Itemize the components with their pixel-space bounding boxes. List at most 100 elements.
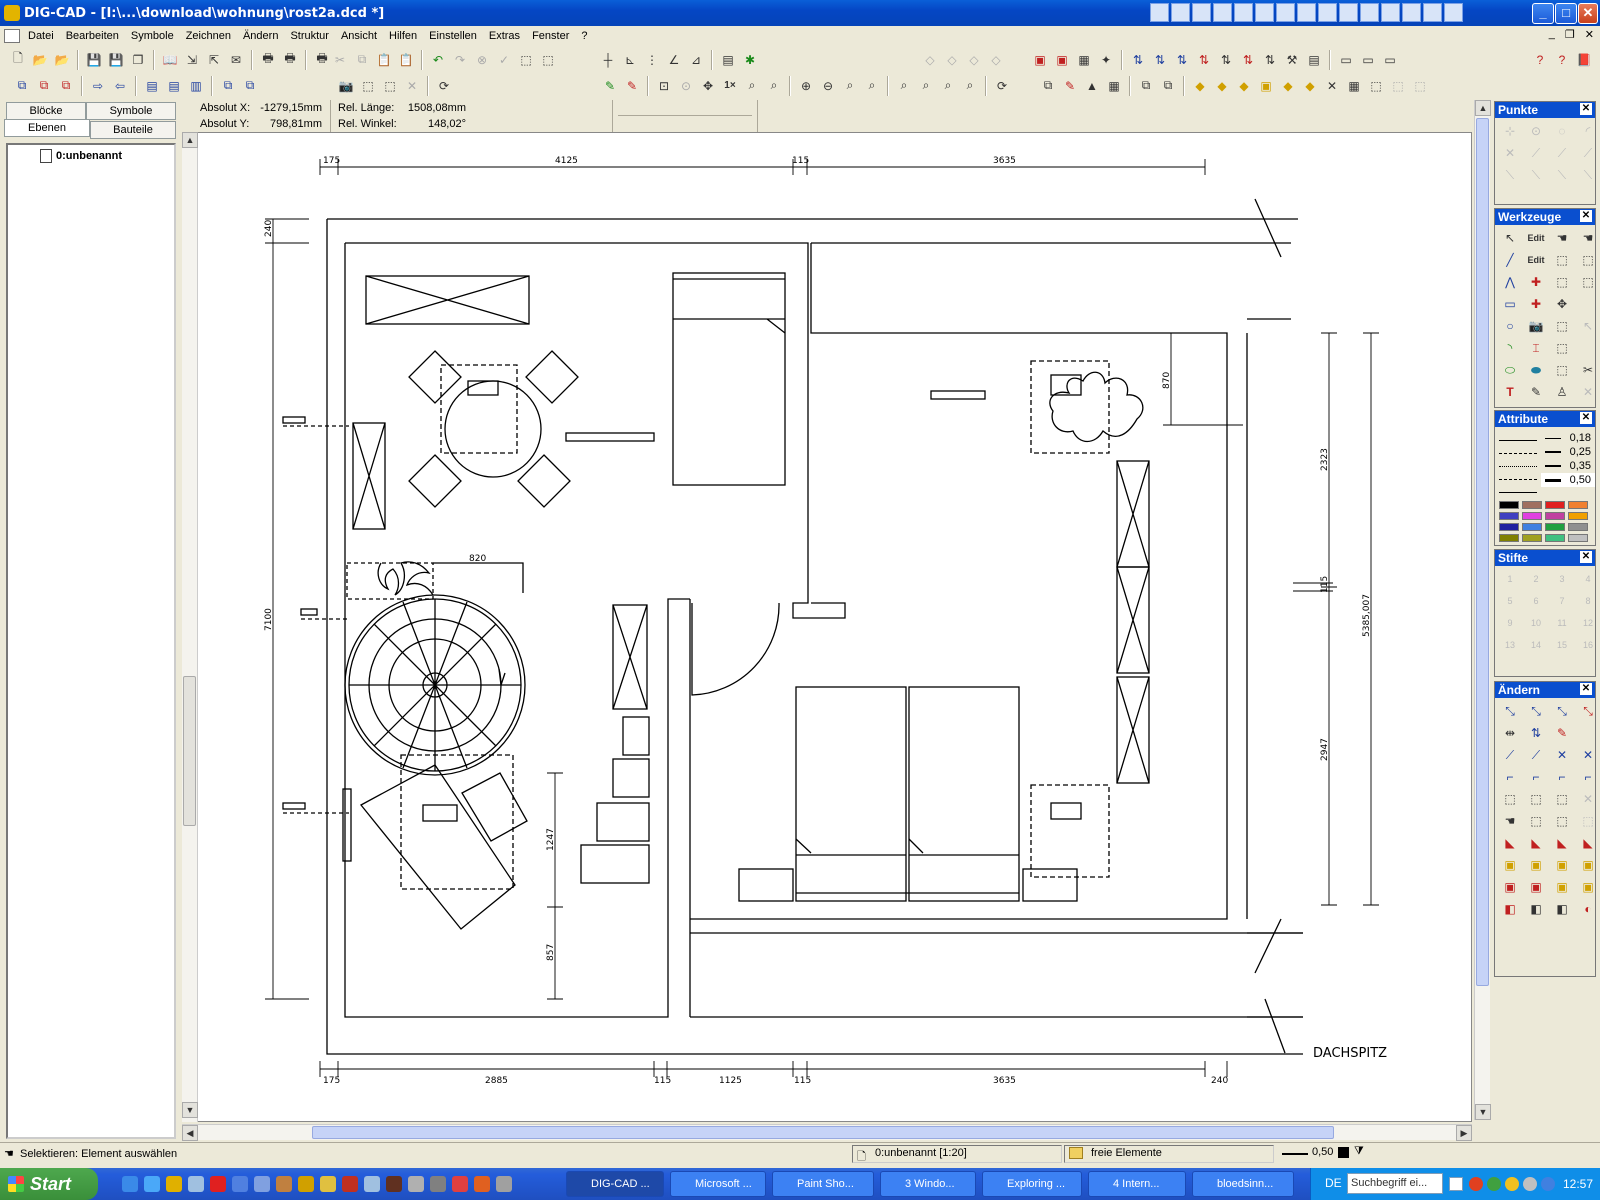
quick-icon[interactable] bbox=[1318, 3, 1337, 22]
plugin-icon[interactable]: ✱ bbox=[740, 50, 760, 70]
paste-icon[interactable]: 📋 bbox=[374, 50, 394, 70]
transform-icon[interactable]: ⇅ bbox=[1150, 50, 1170, 70]
quick-icon[interactable] bbox=[1423, 3, 1442, 22]
palette-header[interactable]: Ändern ✕ bbox=[1495, 682, 1595, 698]
select-frame-icon[interactable]: ⬚ bbox=[1524, 811, 1548, 831]
layer-add-icon[interactable]: ⧉ bbox=[12, 76, 32, 96]
cube-icon[interactable]: ◐ bbox=[1576, 899, 1600, 919]
help-icon[interactable]: ? bbox=[1552, 50, 1572, 70]
quick-icon[interactable] bbox=[1213, 3, 1232, 22]
maximize-button[interactable]: □ bbox=[1555, 3, 1577, 24]
tab-ebenen[interactable]: Ebenen bbox=[4, 119, 90, 137]
taskbar-internet[interactable]: 4 Intern... bbox=[1088, 1171, 1186, 1197]
object-icon[interactable]: ▣ bbox=[1030, 50, 1050, 70]
line-width-option[interactable]: 0,50 bbox=[1541, 473, 1595, 487]
quick-icon[interactable] bbox=[1255, 3, 1274, 22]
minimize-button[interactable]: _ bbox=[1532, 3, 1554, 24]
quicklaunch-icon[interactable] bbox=[430, 1176, 446, 1192]
layer-forward-icon[interactable]: ⇨ bbox=[88, 76, 108, 96]
zoom-icon[interactable]: ⌕ bbox=[938, 76, 958, 96]
cube-icon[interactable]: ◧ bbox=[1524, 899, 1548, 919]
tools-icon[interactable]: ⚒ bbox=[1282, 50, 1302, 70]
window-icon[interactable]: ▭ bbox=[1358, 50, 1378, 70]
close-icon[interactable]: ✕ bbox=[1580, 412, 1592, 424]
fillet-icon[interactable]: ⌐ bbox=[1524, 767, 1548, 787]
quicklaunch-icon[interactable] bbox=[364, 1176, 380, 1192]
symbol-icon[interactable]: ▲ bbox=[1082, 76, 1102, 96]
color-swatch[interactable] bbox=[1499, 512, 1519, 520]
line-width-option[interactable]: 0,18 bbox=[1541, 431, 1595, 445]
crosshair-icon[interactable]: ┼ bbox=[598, 50, 618, 70]
block-icon[interactable]: ▣ bbox=[1576, 877, 1600, 897]
mdi-restore-icon[interactable]: ❐ bbox=[1565, 28, 1575, 41]
point-arc-icon[interactable]: ◜ bbox=[1576, 121, 1600, 141]
part-icon[interactable]: ⬚ bbox=[1366, 76, 1386, 96]
taskbar-windows[interactable]: 3 Windo... bbox=[880, 1171, 976, 1197]
cancel-icon[interactable]: ⊗ bbox=[472, 50, 492, 70]
hatch-icon[interactable]: ⬬ bbox=[1524, 360, 1548, 380]
window-icon[interactable]: ▭ bbox=[1336, 50, 1356, 70]
quick-icon[interactable] bbox=[1150, 3, 1169, 22]
zoom-extents-icon[interactable]: ⊡ bbox=[654, 76, 674, 96]
line-width-option[interactable]: 0,25 bbox=[1541, 445, 1595, 459]
part-icon[interactable]: ⬚ bbox=[1410, 76, 1430, 96]
calc-icon[interactable]: ▤ bbox=[1304, 50, 1324, 70]
pen-slot[interactable]: 13 bbox=[1498, 635, 1522, 655]
scroll-thumb[interactable] bbox=[312, 1126, 1334, 1139]
edit1-icon[interactable]: Edit bbox=[1524, 228, 1548, 248]
open-recent-icon[interactable]: 📂 bbox=[52, 50, 72, 70]
tab-symbole[interactable]: Symbole bbox=[86, 102, 176, 120]
point-icon[interactable]: ⊹ bbox=[1498, 121, 1522, 141]
point-line-icon[interactable]: ⟋ bbox=[1550, 143, 1574, 163]
pen-slot[interactable]: 7 bbox=[1550, 591, 1574, 611]
dimension-icon[interactable]: ⌶ bbox=[1524, 338, 1548, 358]
redraw-icon[interactable]: ⟳ bbox=[992, 76, 1012, 96]
frame-icon[interactable]: ⬚ bbox=[1550, 316, 1574, 336]
color-swatch[interactable] bbox=[1545, 523, 1565, 531]
point-line-icon[interactable]: ⟍ bbox=[1576, 165, 1600, 185]
undo-icon[interactable]: ↶ bbox=[428, 50, 448, 70]
tray-icon[interactable] bbox=[1487, 1177, 1501, 1191]
object-icon[interactable]: ✦ bbox=[1096, 50, 1116, 70]
help-context-icon[interactable]: ? bbox=[1530, 50, 1550, 70]
mirror-icon[interactable]: ⇹ bbox=[1498, 723, 1522, 743]
object-icon[interactable]: ▣ bbox=[1052, 50, 1072, 70]
redo-icon[interactable]: ↷ bbox=[450, 50, 470, 70]
pen-slot[interactable]: 11 bbox=[1550, 613, 1574, 633]
block-icon[interactable]: ▣ bbox=[1524, 877, 1548, 897]
search-go-icon[interactable] bbox=[1449, 1177, 1463, 1191]
point-line-icon[interactable]: ⟋ bbox=[1524, 143, 1548, 163]
layer-edit-icon[interactable]: ⧉ bbox=[34, 76, 54, 96]
array-icon[interactable]: ◣ bbox=[1550, 833, 1574, 853]
blank-icon[interactable]: ✕ bbox=[1576, 382, 1600, 402]
palette-header[interactable]: Attribute ✕ bbox=[1495, 411, 1595, 427]
select-frame-icon[interactable]: ⬚ bbox=[1576, 250, 1600, 270]
copy-icon[interactable]: ⧉ bbox=[352, 50, 372, 70]
object-icon[interactable]: ▦ bbox=[1074, 50, 1094, 70]
scroll-thumb[interactable] bbox=[1476, 118, 1489, 986]
select-frame-icon[interactable]: ⬚ bbox=[1576, 811, 1600, 831]
print-icon[interactable]: 🖶 bbox=[258, 50, 278, 70]
menu-bearbeiten[interactable]: Bearbeiten bbox=[60, 30, 125, 42]
cube-icon[interactable]: ◧ bbox=[1550, 899, 1574, 919]
part-icon[interactable]: ◆ bbox=[1300, 76, 1320, 96]
transform-icon[interactable]: ⇅ bbox=[1216, 50, 1236, 70]
layer-back-icon[interactable]: ⇦ bbox=[110, 76, 130, 96]
fillet-icon[interactable]: ⌐ bbox=[1498, 767, 1522, 787]
color-swatch[interactable] bbox=[1568, 523, 1588, 531]
scroll-down-icon[interactable]: ▼ bbox=[1475, 1104, 1491, 1120]
color-swatch[interactable] bbox=[1522, 534, 1542, 542]
select-all-icon[interactable]: ⬚ bbox=[358, 76, 378, 96]
quicklaunch-icon[interactable] bbox=[232, 1176, 248, 1192]
view-3d-icon[interactable]: ◇ bbox=[986, 50, 1006, 70]
camera-icon[interactable]: 📷 bbox=[336, 76, 356, 96]
select-frame-icon[interactable]: ⬚ bbox=[1550, 272, 1574, 292]
scroll-thumb[interactable] bbox=[183, 676, 196, 826]
palette-header[interactable]: Werkzeuge ✕ bbox=[1495, 209, 1595, 225]
part-icon[interactable]: ▣ bbox=[1256, 76, 1276, 96]
select-cross-icon[interactable]: ⬚ bbox=[538, 50, 558, 70]
layer-icon[interactable]: ▤ bbox=[718, 50, 738, 70]
close-icon[interactable]: ✕ bbox=[1580, 551, 1592, 563]
book-icon[interactable]: 📖 bbox=[160, 50, 180, 70]
lamp-icon[interactable]: ♙ bbox=[1550, 382, 1574, 402]
